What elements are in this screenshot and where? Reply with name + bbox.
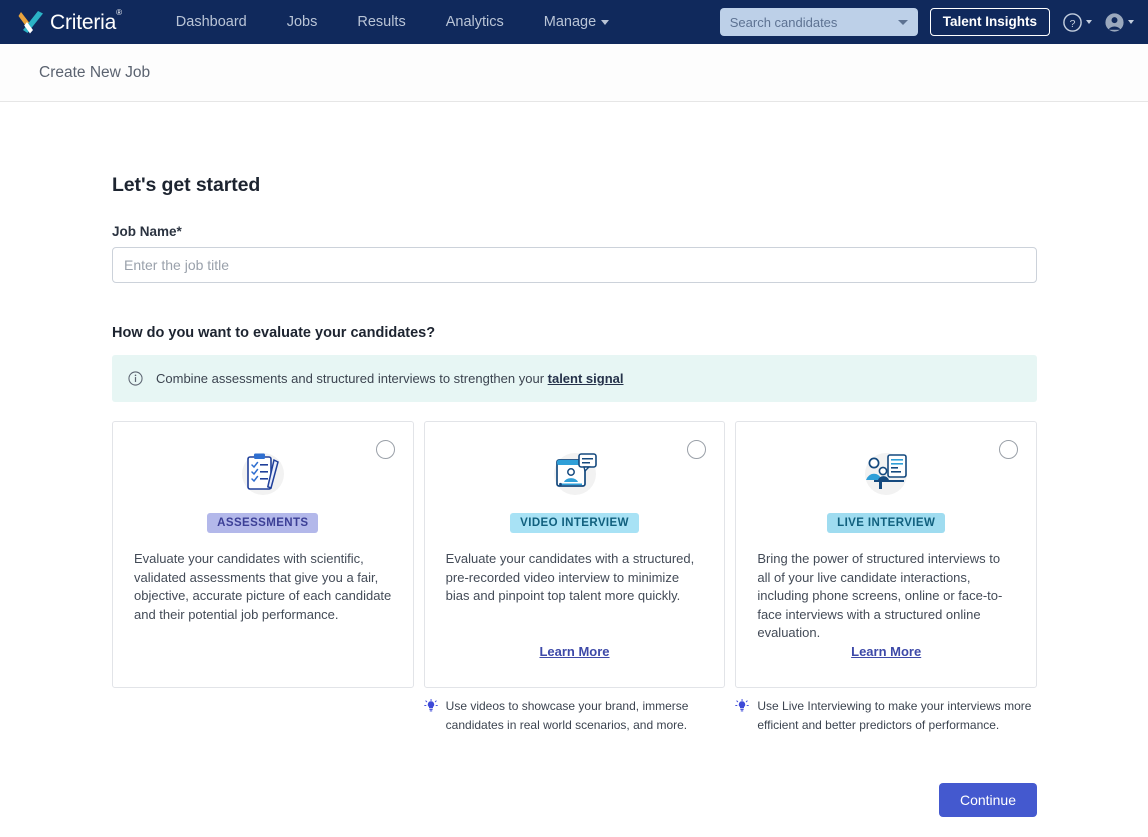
hint-slot-live-interview: Use Live Interviewing to make your inter… — [735, 697, 1037, 735]
continue-button[interactable]: Continue — [938, 783, 1037, 817]
svg-text:?: ? — [1070, 17, 1076, 29]
card-icon-wrap — [446, 446, 704, 502]
badge-row: ASSESSMENTS — [134, 513, 392, 533]
nav-item-manage[interactable]: Manage — [524, 0, 629, 44]
hint-text: Use videos to showcase your brand, immer… — [445, 699, 689, 732]
hint-live-interview: Use Live Interviewing to make your inter… — [735, 697, 1037, 735]
hint-slot-video-interview: Use videos to showcase your brand, immer… — [423, 697, 726, 735]
chevron-down-icon — [601, 19, 610, 25]
lightbulb-idea-icon — [423, 697, 438, 735]
main-menu: Dashboard Jobs Results Analytics Manage — [156, 0, 629, 44]
video-interview-icon — [547, 448, 603, 500]
page-title: Create New Job — [39, 63, 151, 81]
question-circle-icon: ? — [1062, 12, 1083, 33]
live-interview-icon — [858, 448, 914, 500]
card-video-interview[interactable]: VIDEO INTERVIEW Evaluate your candidates… — [423, 421, 726, 688]
badge-video-interview: VIDEO INTERVIEW — [510, 513, 639, 533]
info-banner-message: Combine assessments and structured inter… — [156, 371, 548, 386]
evaluation-method-cards: ASSESSMENTS Evaluate your candidates wit… — [112, 421, 1038, 688]
nav-label: Analytics — [445, 14, 504, 30]
lightbulb-idea-icon — [735, 697, 750, 735]
radio-live-interview[interactable] — [999, 440, 1019, 459]
info-banner: Combine assessments and structured inter… — [112, 355, 1037, 402]
talent-signal-link[interactable]: talent signal — [548, 371, 624, 386]
search-candidates-box[interactable]: Search candidates — [719, 8, 918, 36]
nav-label: Dashboard — [175, 14, 247, 30]
radio-assessments[interactable] — [375, 440, 395, 459]
badge-assessments: ASSESSMENTS — [207, 513, 319, 533]
clipboard-checklist-icon — [235, 448, 291, 500]
top-navigation-bar: Criteria® Dashboard Jobs Results Analyti… — [0, 0, 1148, 44]
chevron-down-icon — [1128, 20, 1134, 24]
talent-insights-button[interactable]: Talent Insights — [929, 7, 1050, 37]
trademark-symbol: ® — [116, 7, 122, 17]
user-avatar-icon — [1104, 12, 1125, 33]
form-container: Let's get started Job Name* How do you w… — [112, 174, 1038, 817]
card-hints: Use videos to showcase your brand, immer… — [112, 697, 1037, 735]
learn-more-link-video-interview[interactable]: Learn More — [425, 644, 725, 659]
card-live-interview[interactable]: LIVE INTERVIEW Bring the power of struct… — [735, 421, 1038, 688]
nav-item-results[interactable]: Results — [337, 0, 425, 44]
badge-row: LIVE INTERVIEW — [757, 513, 1015, 533]
chevron-down-icon — [1086, 20, 1092, 24]
nav-item-dashboard[interactable]: Dashboard — [156, 0, 267, 44]
job-name-input[interactable] — [112, 247, 1037, 283]
nav-label: Results — [357, 14, 406, 30]
job-name-label: Job Name* — [112, 224, 182, 239]
nav-item-jobs[interactable]: Jobs — [267, 0, 338, 44]
page-body: Let's get started Job Name* How do you w… — [0, 174, 1148, 817]
card-icon-wrap — [134, 446, 392, 502]
card-icon-wrap — [757, 446, 1015, 502]
help-menu[interactable]: ? — [1062, 12, 1092, 33]
nav-label: Jobs — [286, 14, 318, 30]
nav-item-analytics[interactable]: Analytics — [426, 0, 524, 44]
radio-video-interview[interactable] — [687, 440, 707, 459]
hint-slot-assessments — [112, 697, 414, 735]
section-heading: Let's get started — [112, 174, 261, 196]
info-banner-text: Combine assessments and structured inter… — [156, 371, 624, 386]
info-circle-icon — [128, 371, 143, 386]
badge-live-interview: LIVE INTERVIEW — [827, 513, 946, 533]
chevron-down-icon[interactable] — [897, 20, 908, 25]
criteria-x-logo-icon — [18, 9, 46, 35]
card-description-assessments: Evaluate your candidates with scientific… — [134, 551, 392, 622]
brand-name: Criteria® — [50, 7, 122, 34]
nav-right-group: Search candidates Talent Insights ? — [719, 0, 1134, 44]
nav-label: Manage — [543, 14, 597, 30]
badge-row: VIDEO INTERVIEW — [446, 513, 704, 533]
card-description-live-interview: Bring the power of structured interviews… — [757, 551, 1003, 640]
evaluate-heading: How do you want to evaluate your candida… — [112, 325, 436, 341]
hint-video-interview: Use videos to showcase your brand, immer… — [423, 697, 726, 735]
user-account-menu[interactable] — [1104, 12, 1134, 33]
form-footer: Continue — [112, 783, 1037, 817]
page-subheader: Create New Job — [0, 44, 1148, 102]
brand-logo[interactable]: Criteria® — [18, 7, 122, 35]
card-assessments[interactable]: ASSESSMENTS Evaluate your candidates wit… — [112, 421, 414, 688]
hint-text: Use Live Interviewing to make your inter… — [757, 699, 1032, 732]
card-description-video-interview: Evaluate your candidates with a structur… — [445, 551, 695, 603]
learn-more-link-live-interview[interactable]: Learn More — [736, 644, 1036, 659]
search-input-placeholder: Search candidates — [729, 14, 838, 30]
